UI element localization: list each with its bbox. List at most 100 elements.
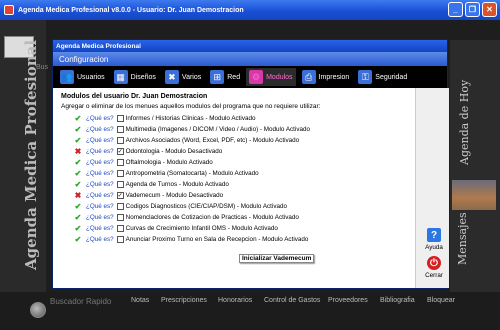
tab-varios[interactable]: ✖ Varios (162, 68, 204, 86)
what-is-link[interactable]: ¿Qué es? (86, 181, 114, 188)
what-is-link[interactable]: ¿Qué es? (86, 214, 114, 221)
tab-label: Varios (181, 73, 202, 81)
nav-fees[interactable]: Honorarios (218, 297, 252, 304)
dialog-header-title: Configuracion (59, 54, 109, 64)
network-icon: ⊞ (210, 70, 225, 84)
dialog-header: Configuracion (53, 52, 447, 66)
what-is-link[interactable]: ¿Qué es? (86, 192, 114, 199)
tab-modulos[interactable]: ⚙ Modulos (246, 68, 296, 86)
check-icon: ✔ (74, 180, 82, 189)
dialog-actions: ? Ayuda ⏻ Cerrar (415, 88, 449, 288)
tab-label: Usuarios (77, 73, 105, 81)
app-icon (4, 5, 14, 15)
what-is-link[interactable]: ¿Qué es? (86, 170, 114, 177)
tab-label: Red (227, 73, 241, 81)
power-icon: ⏻ (427, 256, 441, 270)
module-checkbox[interactable] (116, 137, 124, 144)
module-label: Curvas de Crecimiento Infantil OMS - Mod… (125, 225, 278, 232)
check-icon: ✔ (74, 169, 82, 178)
module-checkbox[interactable] (116, 181, 124, 188)
module-row: ✔ ¿Qué es? Codigos Diagnosticos (CIE/CIAP/… (61, 201, 415, 212)
help-action[interactable]: ? Ayuda (420, 228, 448, 251)
module-checkbox[interactable] (116, 225, 124, 232)
module-checkbox[interactable] (116, 126, 124, 133)
module-list: ✔ ¿Qué es? Informes / Historias Clinicas -… (61, 113, 415, 245)
what-is-link[interactable]: ¿Qué es? (86, 203, 114, 210)
nav-suppliers[interactable]: Proveedores (328, 297, 368, 304)
tab-seguridad[interactable]: ⚿ Seguridad (355, 68, 410, 86)
dialog-title-bar: Agenda Medica Profesional (53, 40, 447, 52)
what-is-link[interactable]: ¿Qué es? (86, 236, 114, 243)
module-row: ✔ ¿Qué es? Archivos Asociados (Word, Excel… (61, 135, 415, 146)
module-checkbox[interactable] (116, 214, 124, 221)
what-is-link[interactable]: ¿Qué es? (86, 137, 114, 144)
module-row: ✖ ¿Qué es? ✓ Odontologia - Modulo Desactiva… (61, 146, 415, 157)
minimize-button[interactable]: _ (448, 2, 463, 17)
module-checkbox[interactable]: ✓ (116, 192, 124, 199)
what-is-link[interactable]: ¿Qué es? (86, 148, 114, 155)
modules-subtitle: Agregar o eliminar de los menues aquello… (61, 103, 321, 110)
module-row: ✔ ¿Qué es? Agenda de Turnos - Modulo Activ… (61, 179, 415, 190)
nav-prescriptions[interactable]: Prescripciones (161, 297, 207, 304)
tools-icon: ✖ (164, 70, 179, 84)
module-checkbox[interactable] (116, 170, 124, 177)
messages-label[interactable]: Mensajes (456, 212, 469, 265)
tab-label: Modulos (266, 73, 293, 81)
agenda-today-label[interactable]: Agenda de Hoy (458, 80, 471, 165)
check-icon: ✔ (74, 125, 82, 134)
config-toolbar: 👥 Usuarios ▦ Diseños ✖ Varios ⊞ Red ⚙ Modulos ⎙ Imp… (53, 66, 447, 88)
module-checkbox[interactable] (116, 203, 124, 210)
tab-label: Seguridad (375, 73, 408, 81)
side-photo (452, 180, 496, 210)
close-action[interactable]: ⏻ Cerrar (420, 256, 448, 279)
module-checkbox[interactable]: ✓ (116, 148, 124, 155)
key-icon: ⚿ (358, 70, 373, 84)
window-title-bar: Agenda Medica Profesional v8.0.0 - Usuar… (0, 0, 500, 20)
check-icon: ✔ (74, 202, 82, 211)
what-is-link[interactable]: ¿Qué es? (86, 115, 114, 122)
check-icon: ✔ (74, 114, 82, 123)
tab-diseos[interactable]: ▦ Diseños (111, 68, 159, 86)
config-dialog: Agenda Medica Profesional Configuracion … (52, 39, 449, 289)
module-row: ✔ ¿Qué es? Antropometria (Somatocarta) - M… (61, 168, 415, 179)
module-checkbox[interactable] (116, 159, 124, 166)
close-window-button[interactable]: ✕ (482, 2, 497, 17)
help-icon: ? (427, 228, 441, 242)
users-icon: 👥 (60, 70, 74, 84)
nav-bibliography[interactable]: Bibliografia (380, 297, 415, 304)
nav-expenses[interactable]: Control de Gastos (264, 297, 320, 304)
what-is-link[interactable]: ¿Qué es? (86, 225, 114, 232)
module-label: Oftalmologia - Modulo Activado (125, 159, 213, 166)
tab-red[interactable]: ⊞ Red (207, 68, 243, 86)
check-icon: ✔ (74, 235, 82, 244)
modules-title: Modulos del usuario Dr. Juan Demostracio… (61, 93, 208, 100)
module-row: ✔ ¿Qué es? Multimedia (Imagenes / DICOM / … (61, 124, 415, 135)
what-is-link[interactable]: ¿Qué es? (86, 159, 114, 166)
tab-usuarios[interactable]: 👥 Usuarios (57, 68, 108, 86)
module-label: Anunciar Proximo Turno en Sala de Recepc… (125, 236, 309, 243)
nav-notes[interactable]: Notas (131, 297, 149, 304)
tooltip: Inicializar Vademecum (239, 254, 315, 263)
magnifier-icon[interactable] (30, 302, 46, 318)
tab-impresion[interactable]: ⎙ Impresion (299, 68, 353, 86)
what-is-link[interactable]: ¿Qué es? (86, 126, 114, 133)
tab-label: Impresion (318, 73, 350, 81)
module-checkbox[interactable] (116, 115, 124, 122)
module-row: ✔ ¿Qué es? Nomenclaclores de Cotizacion de… (61, 212, 415, 223)
maximize-button[interactable]: ❐ (465, 2, 480, 17)
module-label: Nomenclaclores de Cotizacion de Practica… (125, 214, 299, 221)
nav-lock[interactable]: Bloquear (427, 297, 455, 304)
module-row: ✔ ¿Qué es? Anunciar Proximo Turno en Sala … (61, 234, 415, 245)
module-label: Multimedia (Imagenes / DICOM / Video / A… (125, 126, 310, 133)
module-label: Odontologia - Modulo Desactivado (125, 148, 223, 155)
module-label: Codigos Diagnosticos (CIE/CIAP/DSM) - Mo… (125, 203, 287, 210)
check-icon: ✔ (74, 213, 82, 222)
module-checkbox[interactable] (116, 236, 124, 243)
check-icon: ✔ (74, 158, 82, 167)
quick-search-label[interactable]: Buscador Rapido (50, 297, 111, 306)
check-icon: ✔ (74, 136, 82, 145)
help-label: Ayuda (425, 244, 443, 251)
window-controls: _ ❐ ✕ (448, 2, 497, 17)
module-label: Informes / Historias Clinicas - Modulo A… (125, 115, 256, 122)
module-label: Archivos Asociados (Word, Excel, PDF, et… (125, 137, 300, 144)
